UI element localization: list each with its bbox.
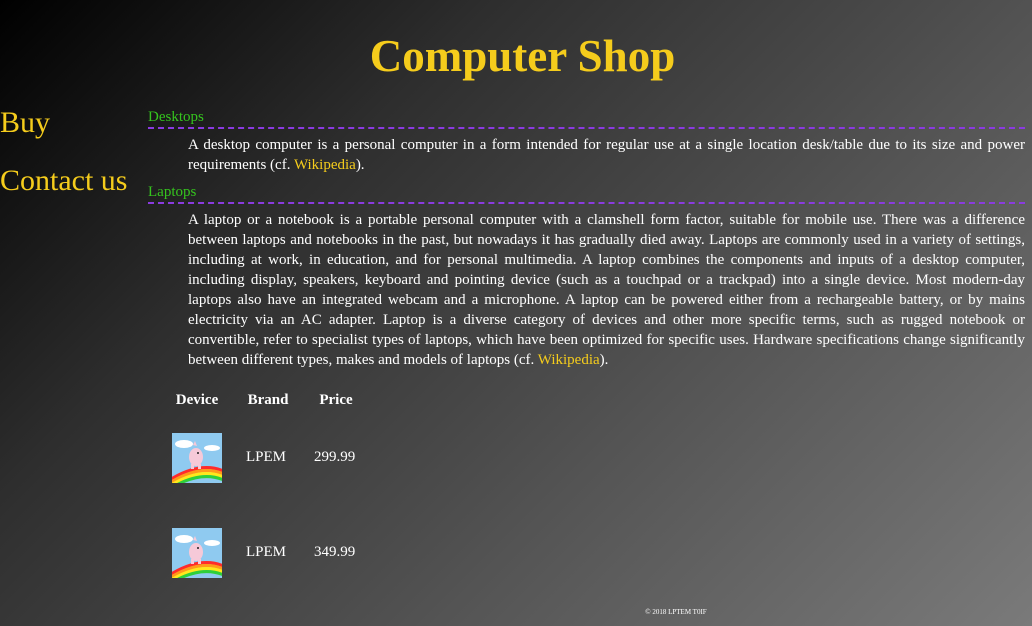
desktops-text-end: ). bbox=[355, 157, 365, 173]
column-header-price: Price bbox=[319, 391, 353, 408]
section-heading-desktops: Desktops bbox=[148, 108, 1025, 129]
footer: © 2018 LPTEM T0IF bbox=[645, 608, 707, 616]
table-header-row: Device Brand Price bbox=[160, 390, 370, 410]
wikipedia-link-desktops[interactable]: Wikipedia bbox=[294, 157, 356, 173]
page-title: Computer Shop bbox=[369, 31, 676, 81]
column-header-brand: Brand bbox=[247, 391, 289, 408]
device-thumbnail-image[interactable] bbox=[172, 432, 222, 483]
nav-link-contact-us[interactable]: Contact us bbox=[0, 161, 128, 201]
section-desktops: Desktops A desktop computer is a persona… bbox=[148, 108, 1025, 175]
main-content: Desktops A desktop computer is a persona… bbox=[148, 108, 1025, 370]
laptops-text: A laptop or a notebook is a portable per… bbox=[188, 212, 1025, 368]
laptops-text-end: ). bbox=[599, 352, 609, 368]
price-cell: 349.99 bbox=[314, 544, 356, 560]
device-cell bbox=[160, 410, 234, 505]
section-laptops: Laptops A laptop or a notebook is a port… bbox=[148, 183, 1025, 370]
price-cell: 299.99 bbox=[314, 449, 356, 465]
nav-link-buy[interactable]: Buy bbox=[0, 103, 128, 143]
section-heading-laptops: Laptops bbox=[148, 183, 1025, 204]
brand-cell: LPEM bbox=[246, 544, 287, 560]
table-row: LPEM 349.99 bbox=[160, 505, 370, 600]
section-text-laptops: A laptop or a notebook is a portable per… bbox=[188, 210, 1025, 370]
section-text-desktops: A desktop computer is a personal compute… bbox=[188, 135, 1025, 175]
device-thumbnail-image[interactable] bbox=[172, 527, 222, 578]
column-header-device: Device bbox=[175, 391, 219, 408]
device-cell bbox=[160, 505, 234, 600]
products-table: Device Brand Price LPEM 299.99 LPEM 349.… bbox=[160, 390, 370, 600]
wikipedia-link-laptops[interactable]: Wikipedia bbox=[538, 352, 600, 368]
side-nav: Buy Contact us bbox=[0, 103, 128, 219]
table-row: LPEM 299.99 bbox=[160, 410, 370, 505]
brand-cell: LPEM bbox=[246, 449, 287, 465]
